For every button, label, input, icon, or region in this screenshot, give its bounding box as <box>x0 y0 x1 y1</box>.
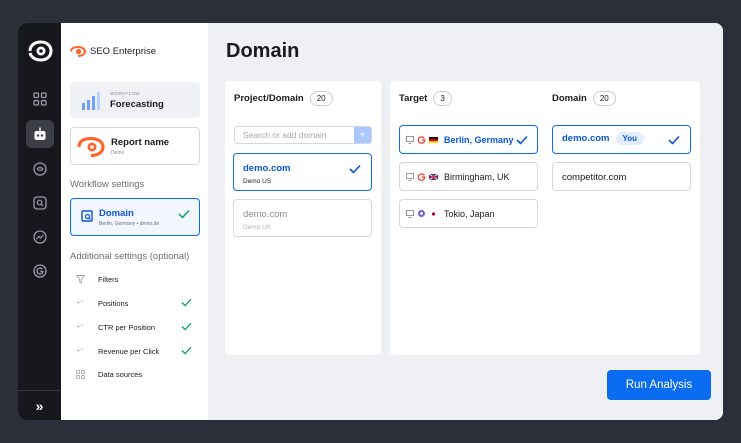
workflow-card[interactable]: WORKFLOW Forecasting <box>70 82 200 118</box>
semrush-logo-icon[interactable] <box>27 40 53 62</box>
app-window: » SEO Enterprise WORKFLOW Forecasting Re… <box>18 23 723 420</box>
workflow-title: Forecasting <box>110 99 164 110</box>
check-icon <box>668 135 680 145</box>
you-badge: You <box>615 132 645 145</box>
report-card[interactable]: Report name Demo <box>70 127 200 165</box>
panel-title: Target <box>399 93 428 104</box>
page-title: Domain <box>226 40 300 62</box>
setting-data-sources[interactable]: Data sources <box>70 367 200 381</box>
report-logo-icon <box>77 137 105 157</box>
project-domain-panel: Project/Domain 20 + demo.com Demo US dem… <box>225 81 381 355</box>
icon-rail: » <box>18 23 61 420</box>
setting-positions[interactable]: +⁺ Positions <box>70 296 200 310</box>
target-domain-panel: Target 3 Berlin, Germany Birmingham, UK <box>390 81 700 355</box>
google-icon <box>417 173 426 181</box>
filter-icon <box>70 274 90 284</box>
brand: SEO Enterprise <box>70 46 156 57</box>
expand-sidebar-button[interactable]: » <box>18 390 61 420</box>
domain-label: demo.com <box>562 133 610 144</box>
project-name: Demo UK <box>243 224 272 231</box>
google-g-icon[interactable] <box>26 257 54 285</box>
brand-logo-icon <box>70 46 86 57</box>
check-icon <box>181 322 192 331</box>
check-icon <box>516 135 528 145</box>
domain-search-box: + <box>234 126 372 144</box>
domain-setting-card[interactable]: Domain Berlin, Germany • demo.de <box>70 198 200 236</box>
workflow-sidebar: SEO Enterprise WORKFLOW Forecasting Repo… <box>61 23 208 420</box>
germany-flag-icon <box>429 136 438 143</box>
domain-label: competitor.com <box>562 172 627 183</box>
count-badge: 20 <box>309 91 333 106</box>
additional-settings-title: Additional settings (optional) <box>70 251 190 262</box>
search-analytics-icon[interactable] <box>26 189 54 217</box>
setting-filters[interactable]: Filters <box>70 272 200 286</box>
main-content: Domain Project/Domain 20 + demo.com Demo… <box>208 23 723 420</box>
setting-label: Filters <box>98 274 119 284</box>
search-engine-icon <box>418 210 425 217</box>
seo-rocket-icon[interactable] <box>26 155 54 183</box>
domain-row: demo.com You <box>562 132 645 145</box>
target-berlin[interactable]: Berlin, Germany <box>399 125 538 154</box>
japan-flag-icon <box>429 210 438 217</box>
workflow-kicker: WORKFLOW <box>110 91 140 96</box>
domain-header: Domain 20 <box>552 91 616 106</box>
setting-revenue-per-click[interactable]: +⁺ Revenue per Click <box>70 344 200 358</box>
target-tokio[interactable]: Tokio, Japan <box>399 199 538 228</box>
domain-search-icon <box>81 210 93 222</box>
robot-icon[interactable] <box>26 120 54 148</box>
google-icon <box>417 136 426 144</box>
sparkle-icon: +⁺ <box>76 348 84 355</box>
brand-name: SEO Enterprise <box>90 46 156 57</box>
setting-label: Positions <box>98 298 129 308</box>
sparkle-icon: +⁺ <box>76 300 84 307</box>
target-label: Tokio, Japan <box>444 208 495 219</box>
setting-label: Data sources <box>98 369 143 379</box>
domain-item-competitor[interactable]: competitor.com <box>552 162 691 191</box>
count-badge: 3 <box>433 91 452 106</box>
sparkle-icon: +⁺ <box>76 324 84 331</box>
trend-chart-icon[interactable] <box>26 223 54 251</box>
project-domain-header: Project/Domain 20 <box>234 91 333 106</box>
dashboard-grid-icon[interactable] <box>26 85 54 113</box>
double-chevron-right-icon: » <box>35 397 44 414</box>
data-grid-icon <box>70 369 90 379</box>
domain-setting-sub: Berlin, Germany • demo.de <box>99 221 160 227</box>
check-icon <box>178 209 190 219</box>
panel-title: Project/Domain <box>234 93 304 104</box>
target-header: Target 3 <box>399 91 452 106</box>
desktop-icon <box>406 172 414 181</box>
target-label: Berlin, Germany <box>444 134 514 145</box>
check-icon <box>181 346 192 355</box>
check-icon <box>349 164 361 174</box>
project-item-demo-us[interactable]: demo.com Demo US <box>233 153 372 191</box>
setting-label: CTR per Position <box>98 322 156 332</box>
project-name: Demo US <box>243 178 272 185</box>
panel-title: Domain <box>552 93 587 104</box>
project-item-demo-uk[interactable]: demo.com Demo UK <box>233 199 372 237</box>
setting-label: Revenue per Click <box>98 346 160 356</box>
add-domain-button[interactable]: + <box>354 127 371 143</box>
domain-setting-title: Domain <box>99 208 134 219</box>
project-domain: demo.com <box>243 209 288 220</box>
report-sub: Demo <box>111 150 125 156</box>
domain-item-demo[interactable]: demo.com You <box>552 125 691 154</box>
desktop-icon <box>406 209 414 218</box>
project-domain: demo.com <box>243 163 291 174</box>
workflow-settings-title: Workflow settings <box>70 179 145 190</box>
run-analysis-button[interactable]: Run Analysis <box>607 370 711 400</box>
search-input[interactable] <box>235 127 354 143</box>
check-icon <box>181 298 192 307</box>
forecast-chart-icon <box>82 92 100 110</box>
target-label: Birmingham, UK <box>444 171 510 182</box>
report-name: Report name <box>111 137 170 148</box>
desktop-icon <box>406 135 414 144</box>
count-badge: 20 <box>592 91 616 106</box>
setting-ctr-per-position[interactable]: +⁺ CTR per Position <box>70 320 200 334</box>
uk-flag-icon <box>429 173 438 180</box>
target-birmingham[interactable]: Birmingham, UK <box>399 162 538 191</box>
